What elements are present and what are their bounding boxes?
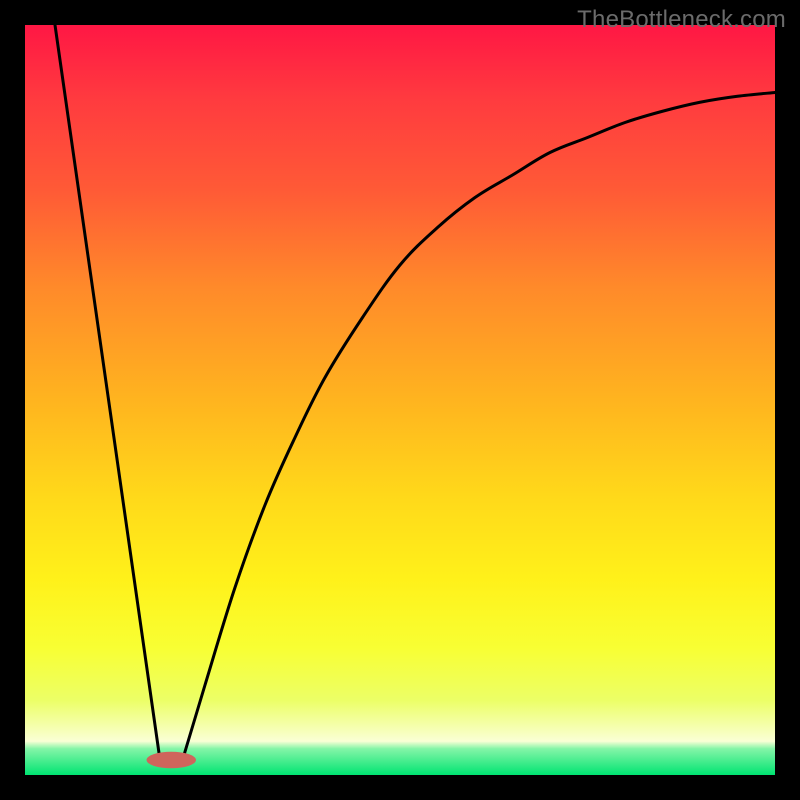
bottleneck-chart: TheBottleneck.com — [0, 0, 800, 800]
optimal-marker — [147, 752, 197, 769]
gradient-background — [25, 25, 775, 775]
chart-canvas — [0, 0, 800, 800]
